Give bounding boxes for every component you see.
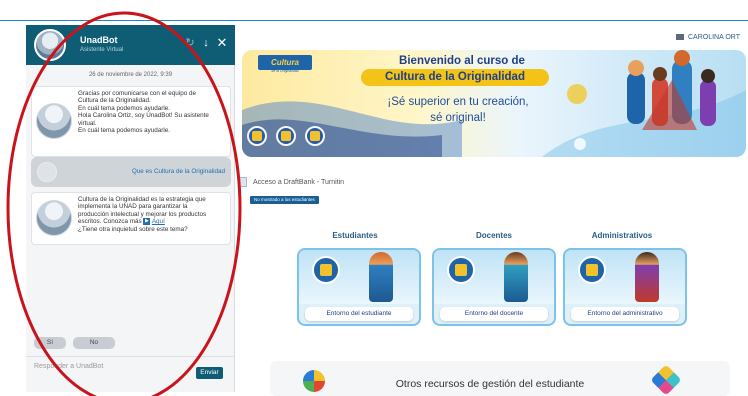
student-figure (369, 252, 393, 302)
message-line: virtual. (78, 119, 97, 127)
top-border (0, 20, 748, 21)
user-message: Que es Cultura de la Originalidad (31, 157, 231, 187)
cultura-logo: Cultura (258, 55, 312, 70)
teacher-icon (447, 256, 475, 284)
bot-name: UnadBot (80, 35, 118, 45)
banner-title-highlight: Cultura de la Originalidad (361, 69, 549, 86)
bot-message: Cultura de la Originalidad es la estrate… (31, 192, 231, 245)
teacher-figure (504, 252, 528, 302)
more-info-link[interactable]: Aquí (152, 218, 165, 225)
user-name: CAROLINA ORT (688, 34, 740, 41)
bot-message-text: Gracias por comunicarse con el equipo de… (78, 90, 228, 134)
user-menu[interactable]: CAROLINA ORT (676, 34, 740, 41)
teacher-environment-label[interactable]: Entorno del docente (440, 307, 548, 321)
column-title-students: Estudiantes (332, 231, 378, 240)
close-icon[interactable]: ✕ (216, 36, 228, 50)
resources-title[interactable]: Otros recursos de gestión del estudiante (370, 378, 610, 390)
banner-title: Bienvenido al curso de (399, 55, 525, 67)
draftbank-link[interactable]: Acceso a DraftBank - Turnitin (239, 177, 344, 187)
bot-message-avatar (36, 103, 72, 139)
bot-message-text: Cultura de la Originalidad es la estrate… (78, 196, 228, 233)
resources-decoration-icon (303, 370, 325, 392)
user-message-text: Que es Cultura de la Originalidad (131, 168, 225, 175)
column-title-admins: Administrativos (591, 231, 653, 240)
link-icon: ▶ (143, 218, 151, 226)
teacher-environment-card[interactable]: Entorno del docente (432, 248, 556, 326)
admin-icon (578, 256, 606, 284)
minimize-icon[interactable]: ↓ (200, 36, 212, 50)
message-line: En cuál tema podemos ayudarle. (78, 127, 171, 135)
chatbot-panel: UnadBot Asistente Virtual ↻ ↓ ✕ 26 de no… (26, 25, 235, 392)
message-line: En cuál tema podemos ayudarle. (78, 104, 171, 112)
chat-input[interactable]: Responder a UnadBot (34, 363, 103, 370)
bot-message: Gracias por comunicarse con el equipo de… (31, 86, 231, 157)
bot-message-avatar (36, 200, 72, 236)
quick-reply-yes[interactable]: Sí (34, 337, 66, 349)
user-avatar (37, 162, 57, 182)
cultura-logo-subtext: de la Originalidad (271, 69, 299, 73)
restriction-badge: No mostrado a los estudiantes (250, 196, 319, 204)
column-title-teachers: Docentes (475, 231, 512, 240)
refresh-icon[interactable]: ↻ (184, 36, 196, 50)
admin-environment-label[interactable]: Entorno del administrativo (571, 307, 679, 321)
student-environment-label[interactable]: Entorno del estudiante (305, 307, 413, 321)
bot-subtitle: Asistente Virtual (80, 47, 124, 53)
banner-icon (276, 126, 296, 146)
draftbank-link-text[interactable]: Acceso a DraftBank - Turnitin (253, 179, 344, 186)
message-line: escritos. Conozca más (78, 218, 142, 226)
message-line: implementa la UNAD para garantizar la (78, 203, 188, 211)
quick-reply-no[interactable]: No (73, 337, 115, 349)
student-environment-card[interactable]: Entorno del estudiante (297, 248, 421, 326)
chat-header: UnadBot Asistente Virtual ↻ ↓ ✕ (26, 25, 235, 65)
mail-icon[interactable] (676, 34, 684, 41)
banner-slogan: sé original! (430, 112, 486, 124)
banner-icon (305, 126, 325, 146)
bot-avatar (34, 29, 66, 61)
chat-date: 26 de noviembre de 2022, 9:39 (88, 72, 173, 78)
message-line: Cultura de la Originalidad. (78, 97, 151, 105)
message-line: Hola Carolina Ortiz, soy UnadBot! Su asi… (78, 112, 209, 120)
banner-icon (247, 126, 267, 146)
message-line: Gracias por comunicarse con el equipo de (78, 90, 196, 97)
input-divider (26, 356, 235, 357)
heroes-illustration (627, 50, 716, 130)
document-icon (239, 177, 247, 187)
message-line: Cultura de la Originalidad es la estrate… (78, 196, 206, 203)
message-line: producción intelectual y mejorar los pro… (78, 210, 207, 218)
message-line: ¿Tiene otra inquietud sobre este tema? (78, 225, 188, 233)
student-icon (312, 256, 340, 284)
banner-slogan: ¡Sé superior en tu creación, (387, 96, 529, 108)
admin-environment-card[interactable]: Entorno del administrativo (563, 248, 687, 326)
send-button[interactable]: Enviar (196, 367, 223, 379)
admin-figure (635, 252, 659, 302)
